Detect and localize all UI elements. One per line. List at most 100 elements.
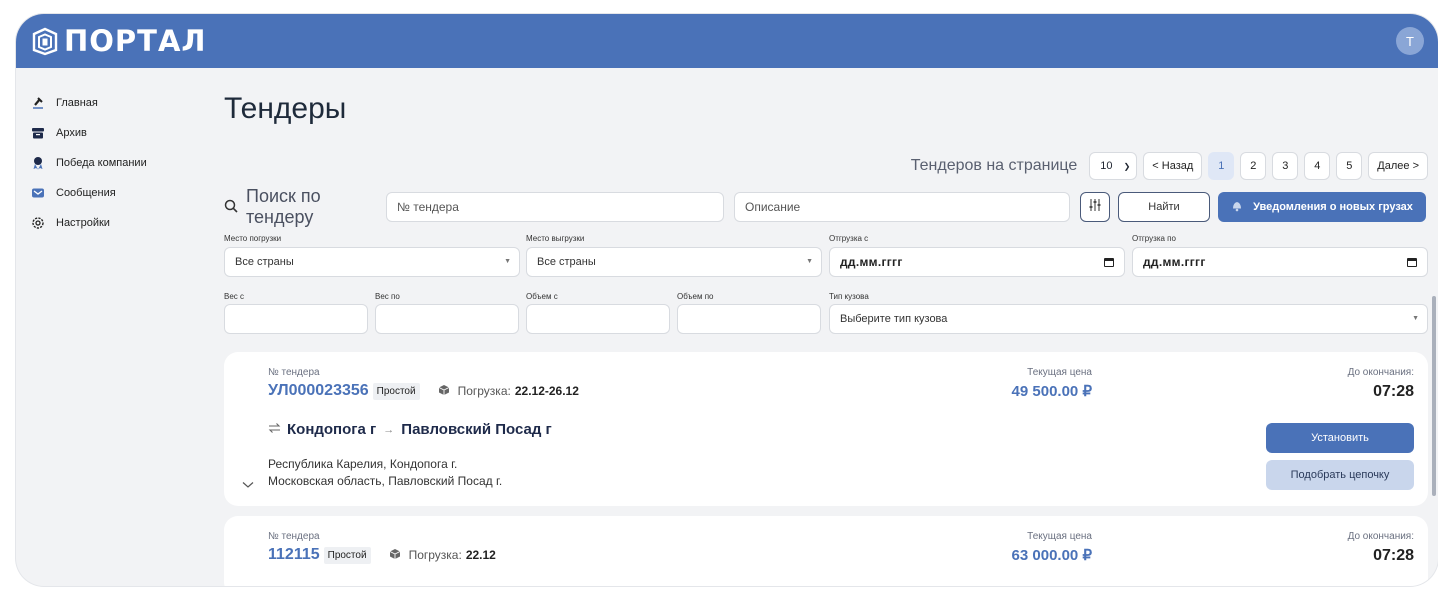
ship-from-value: дд.мм.гггг — [840, 255, 903, 269]
sidebar-item-label: Сообщения — [56, 187, 116, 199]
search-icon — [224, 197, 238, 218]
page-button-5[interactable]: 5 — [1336, 152, 1363, 180]
caret-down-icon: ▼ — [1412, 315, 1419, 322]
search-label-text: Поиск по тендеру — [246, 186, 321, 227]
calendar-icon[interactable] — [1104, 258, 1114, 267]
page-button-2[interactable]: 2 — [1240, 152, 1267, 180]
tender-number-label: № тендера — [268, 367, 320, 378]
body-type-value: Выберите тип кузова — [840, 313, 948, 325]
expand-chevron-icon[interactable] — [242, 476, 254, 494]
route-from: Кондопога г — [287, 421, 377, 438]
per-page-select[interactable]: 10 ❯ — [1089, 152, 1138, 180]
ship-to-label: Отгрузка по — [1132, 234, 1176, 243]
prev-page-button[interactable]: < Назад — [1143, 152, 1203, 180]
weight-from-label: Вес с — [224, 292, 245, 301]
pagination: Тендеров на странице 10 ❯ < Назад 1 2 3 … — [911, 152, 1428, 180]
sidebar-item-home[interactable]: Главная — [30, 88, 210, 118]
sidebar-item-settings[interactable]: Настройки — [30, 208, 210, 238]
sidebar-item-messages[interactable]: Сообщения — [30, 178, 210, 208]
route: Кондопога г → Павловский Посад г — [268, 421, 552, 438]
tender-type-badge: Простой — [323, 546, 371, 564]
archive-icon — [30, 125, 46, 141]
sidebar-item-label: Архив — [56, 127, 87, 139]
loading-info: Погрузка: 22.12 — [389, 548, 496, 563]
avatar[interactable]: T — [1396, 27, 1424, 55]
deadline-label: До окончания: — [1347, 531, 1414, 542]
weight-from-input[interactable] — [224, 304, 368, 334]
sidebar-item-archive[interactable]: Архив — [30, 118, 210, 148]
cargo-box-icon — [389, 548, 401, 563]
next-page-button[interactable]: Далее > — [1368, 152, 1428, 180]
loading-dates: 22.12 — [465, 548, 496, 562]
page-button-1[interactable]: 1 — [1208, 152, 1235, 180]
cargo-box-icon — [438, 384, 450, 399]
sidebar-item-label: Настройки — [56, 217, 110, 229]
per-page-label: Тендеров на странице — [910, 157, 1078, 174]
weight-to-input[interactable] — [375, 304, 519, 334]
loading-place-label: Место погрузки — [224, 234, 282, 243]
deadline-timer: 07:28 — [1373, 383, 1414, 400]
volume-from-label: Объем с — [526, 292, 558, 301]
current-price: 49 500.00 ₽ — [1011, 383, 1092, 400]
tender-number-value[interactable]: УЛ000023356 — [268, 382, 369, 400]
description-input[interactable]: Описание — [734, 192, 1070, 222]
current-price: 63 000.00 ₽ — [1011, 547, 1092, 564]
loading-place-value: Все страны — [235, 256, 294, 268]
tender-number-input[interactable]: № тендера — [386, 192, 724, 222]
loading-label: Погрузка: — [408, 548, 462, 562]
unloading-place-select[interactable]: Все страны ▼ — [526, 247, 822, 277]
tender-type-badge: Простой — [372, 382, 420, 400]
bell-icon — [1231, 199, 1243, 215]
logo-text: ПОРТАЛ — [64, 24, 207, 58]
scrollbar[interactable] — [1432, 296, 1436, 496]
sliders-icon — [1088, 198, 1102, 217]
search-label: Поиск по тендеру — [224, 186, 386, 228]
gavel-icon — [30, 95, 46, 111]
tender-number-value[interactable]: 112115 — [268, 546, 320, 564]
volume-from-input[interactable] — [526, 304, 670, 334]
page-title: Тендеры — [224, 92, 347, 125]
deadline-label: До окончания: — [1347, 367, 1414, 378]
per-page-value: 10 — [1100, 160, 1113, 172]
addresses: Республика Карелия, Кондопога г. Московс… — [268, 456, 502, 490]
weight-to-label: Вес по — [375, 292, 400, 301]
notify-label: Уведомления о новых грузах — [1253, 201, 1413, 213]
sidebar-item-label: Главная — [56, 97, 98, 109]
pick-chain-button[interactable]: Подобрать цепочку — [1266, 460, 1414, 490]
set-price-button[interactable]: Установить — [1266, 423, 1414, 453]
unloading-place-label: Место выгрузки — [526, 234, 585, 243]
arrow-right-icon: → — [383, 423, 395, 436]
volume-to-input[interactable] — [677, 304, 821, 334]
address-from: Республика Карелия, Кондопога г. — [268, 457, 458, 471]
volume-to-label: Объем по — [677, 292, 714, 301]
tender-card[interactable]: № тендера 112115 Простой Погрузка: 22.12… — [224, 516, 1428, 586]
swap-arrows-icon — [268, 421, 281, 438]
loading-place-select[interactable]: Все страны ▼ — [224, 247, 520, 277]
tender-card[interactable]: № тендера УЛ000023356 Простой Погрузка: … — [224, 352, 1428, 506]
award-icon — [30, 155, 46, 171]
filter-settings-button[interactable] — [1080, 192, 1110, 222]
loading-info: Погрузка: 22.12-26.12 — [438, 384, 579, 399]
tender-number: 112115 Простой Погрузка: 22.12 — [268, 546, 496, 564]
sidebar-item-label: Победа компании — [56, 157, 147, 169]
sidebar-item-company-win[interactable]: Победа компании — [30, 148, 210, 178]
chevron-down-icon: ❯ — [1123, 161, 1131, 171]
page-button-4[interactable]: 4 — [1304, 152, 1331, 180]
page-button-3[interactable]: 3 — [1272, 152, 1299, 180]
unloading-place-value: Все страны — [537, 256, 596, 268]
gear-icon — [30, 215, 46, 231]
find-button[interactable]: Найти — [1118, 192, 1210, 222]
body-type-label: Тип кузова — [829, 292, 869, 301]
deadline-timer: 07:28 — [1373, 547, 1414, 564]
search-row: Поиск по тендеру № тендера Описание Найт… — [224, 186, 1428, 227]
notify-new-cargo-button[interactable]: Уведомления о новых грузах — [1218, 192, 1426, 222]
loading-dates: 22.12-26.12 — [514, 384, 579, 398]
ship-from-date-input[interactable]: дд.мм.гггг — [829, 247, 1125, 277]
app-window: ПОРТАЛ T Главная Архив Победа компании С… — [16, 14, 1438, 586]
ship-to-date-input[interactable]: дд.мм.гггг — [1132, 247, 1428, 277]
logo[interactable]: ПОРТАЛ — [30, 24, 207, 58]
price-label: Текущая цена — [1027, 367, 1092, 378]
sidebar: Главная Архив Победа компании Сообщения … — [30, 88, 210, 238]
calendar-icon[interactable] — [1407, 258, 1417, 267]
body-type-select[interactable]: Выберите тип кузова ▼ — [829, 304, 1428, 334]
